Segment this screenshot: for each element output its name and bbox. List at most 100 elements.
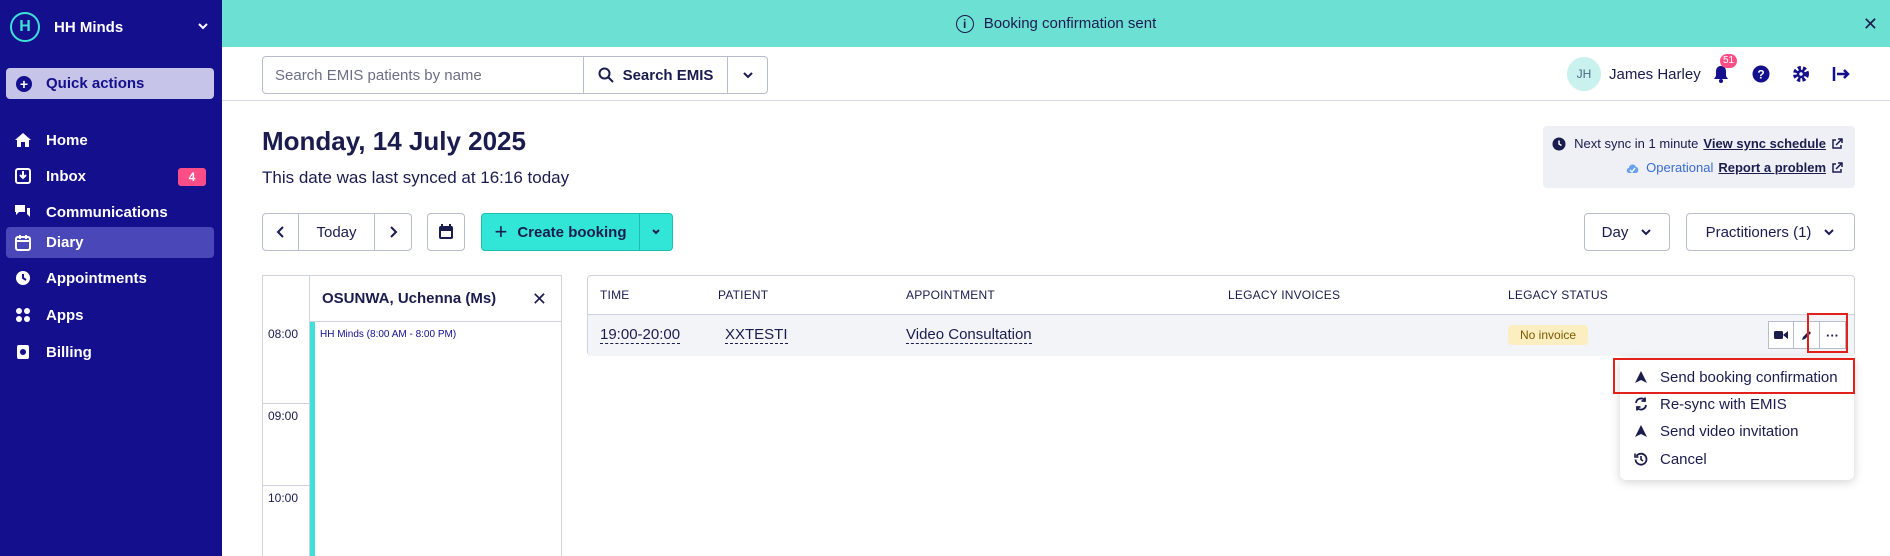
next-day-button[interactable] xyxy=(375,214,411,250)
logout-button[interactable] xyxy=(1830,63,1852,85)
more-actions-highlight xyxy=(1807,313,1848,353)
patient-link[interactable]: XXTESTI xyxy=(725,327,788,344)
external-link-icon xyxy=(1832,161,1843,173)
sidebar-item-apps[interactable]: Apps xyxy=(6,300,214,330)
last-synced-note: This date was last synced at 16:16 today xyxy=(262,168,570,187)
sync-status-panel: Next sync in 1 minute View sync schedule… xyxy=(1543,126,1855,188)
search-button-label: Search EMIS xyxy=(622,66,714,84)
practitioner-name: OSUNWA, Uchenna (Ms) xyxy=(322,290,497,307)
column-header: TIME xyxy=(600,288,630,302)
today-button[interactable]: Today xyxy=(299,214,375,250)
video-camera-icon xyxy=(1774,331,1788,339)
previous-day-button[interactable] xyxy=(263,214,299,250)
gear-icon xyxy=(1793,66,1809,82)
calendar-icon xyxy=(439,224,453,239)
resync-emis-item[interactable]: Re-sync with EMIS xyxy=(1632,391,1787,417)
create-booking-dropdown[interactable] xyxy=(640,214,672,250)
external-link-icon xyxy=(1832,137,1843,149)
history-icon xyxy=(1632,452,1650,466)
send-confirmation-highlight xyxy=(1613,358,1855,394)
clock-icon xyxy=(14,269,32,287)
apps-grid-icon xyxy=(14,306,32,324)
sidebar-item-home[interactable]: Home xyxy=(6,125,214,155)
table-row[interactable]: 19:00-20:00 XXTESTI Video Consultation N… xyxy=(588,314,1854,356)
view-sync-schedule-link[interactable]: View sync schedule xyxy=(1703,136,1826,151)
sidebar-item-diary[interactable]: Diary xyxy=(6,227,214,258)
sidebar-item-label: Diary xyxy=(46,234,84,251)
clock-icon xyxy=(1552,137,1566,150)
notifications-button[interactable]: 51 xyxy=(1710,54,1738,85)
booking-time-link[interactable]: 19:00-20:00 xyxy=(600,327,681,344)
toast-message: Booking confirmation sent xyxy=(983,15,1157,32)
logout-icon xyxy=(1832,67,1850,81)
search-icon xyxy=(598,67,614,83)
appointment-link[interactable]: Video Consultation xyxy=(906,327,1032,344)
plus-icon: + xyxy=(494,219,508,244)
date-picker-button[interactable] xyxy=(427,213,465,251)
sidebar-item-communications[interactable]: Communications xyxy=(6,197,214,227)
cancel-booking-item[interactable]: Cancel xyxy=(1632,446,1707,472)
search-input[interactable] xyxy=(263,57,583,93)
top-header: Search EMIS JH James Harley 51 ? xyxy=(222,47,1890,101)
sidebar-item-label: Communications xyxy=(46,203,168,221)
sidebar: H HH Minds + Quick actions Home Inbox 4 … xyxy=(0,0,222,556)
user-menu[interactable]: JH James Harley xyxy=(1567,57,1701,91)
report-problem-link[interactable]: Report a problem xyxy=(1718,160,1826,175)
column-header: LEGACY INVOICES xyxy=(1228,288,1341,302)
settings-button[interactable] xyxy=(1790,63,1812,85)
send-icon xyxy=(1632,424,1650,438)
time-slot-label: 08:00 xyxy=(263,322,309,404)
chevron-down-icon xyxy=(198,23,208,30)
send-video-invitation-item[interactable]: Send video invitation xyxy=(1632,418,1798,444)
sidebar-item-billing[interactable]: Billing xyxy=(6,337,214,367)
sidebar-item-appointments[interactable]: Appointments xyxy=(6,263,214,293)
video-call-button[interactable] xyxy=(1768,321,1794,349)
view-mode-label: Day xyxy=(1601,223,1629,241)
menu-item-label: Cancel xyxy=(1660,450,1707,468)
cloud-check-icon xyxy=(1626,163,1639,173)
sidebar-item-label: Home xyxy=(46,131,88,149)
chat-icon xyxy=(14,203,32,221)
create-booking-button[interactable]: + Create booking xyxy=(482,214,640,250)
info-icon: i xyxy=(955,14,974,33)
sidebar-item-inbox[interactable]: Inbox 4 xyxy=(6,161,214,191)
column-header: LEGACY STATUS xyxy=(1508,288,1608,302)
time-slot-label: 10:00 xyxy=(263,486,309,556)
search-options-dropdown[interactable] xyxy=(727,57,767,93)
toast-banner: i Booking confirmation sent ✕ xyxy=(222,0,1890,47)
operational-status: Operational xyxy=(1646,160,1714,175)
practitioners-label: Practitioners (1) xyxy=(1705,223,1812,241)
brand-name: HH Minds xyxy=(54,18,124,36)
status-row: Operational Report a problem xyxy=(1625,160,1843,175)
search-bar: Search EMIS xyxy=(262,56,768,94)
sidebar-item-label: Apps xyxy=(46,306,84,324)
close-icon[interactable]: ✕ xyxy=(1863,14,1878,35)
create-booking-split-button: + Create booking xyxy=(481,213,673,251)
close-icon[interactable]: ✕ xyxy=(532,289,547,310)
inbox-count-badge: 4 xyxy=(178,168,206,186)
next-sync-text: Next sync in 1 minute xyxy=(1574,136,1699,151)
availability-bar xyxy=(310,322,315,556)
chevron-down-icon xyxy=(1641,229,1652,236)
calendar-day-column[interactable]: HH Minds (8:00 AM - 8:00 PM) xyxy=(309,322,561,556)
chevron-left-icon xyxy=(276,226,284,238)
sync-icon xyxy=(1632,397,1650,411)
view-mode-select[interactable]: Day xyxy=(1584,213,1670,251)
column-header: APPOINTMENT xyxy=(906,288,995,302)
brand-switcher[interactable]: H HH Minds xyxy=(10,10,210,44)
menu-item-label: Send video invitation xyxy=(1660,422,1799,440)
svg-text:?: ? xyxy=(1757,68,1764,82)
help-button[interactable]: ? xyxy=(1750,63,1772,85)
sidebar-item-label: Appointments xyxy=(46,269,147,287)
availability-label: HH Minds (8:00 AM - 8:00 PM) xyxy=(320,329,457,340)
search-emis-button[interactable]: Search EMIS xyxy=(583,57,727,93)
sidebar-item-label: Inbox xyxy=(46,167,86,185)
practitioners-select[interactable]: Practitioners (1) xyxy=(1686,213,1855,251)
bookings-table: TIME PATIENT APPOINTMENT LEGACY INVOICES… xyxy=(587,275,1855,356)
sidebar-item-label: Billing xyxy=(46,343,92,361)
quick-actions-button[interactable]: + Quick actions xyxy=(6,68,214,99)
date-navigation: Today xyxy=(262,213,412,251)
time-column: 08:00 09:00 10:00 xyxy=(263,322,309,556)
time-slot-label: 09:00 xyxy=(263,404,309,486)
diary-calendar: OSUNWA, Uchenna (Ms) ✕ 08:00 09:00 10:00… xyxy=(262,275,562,556)
